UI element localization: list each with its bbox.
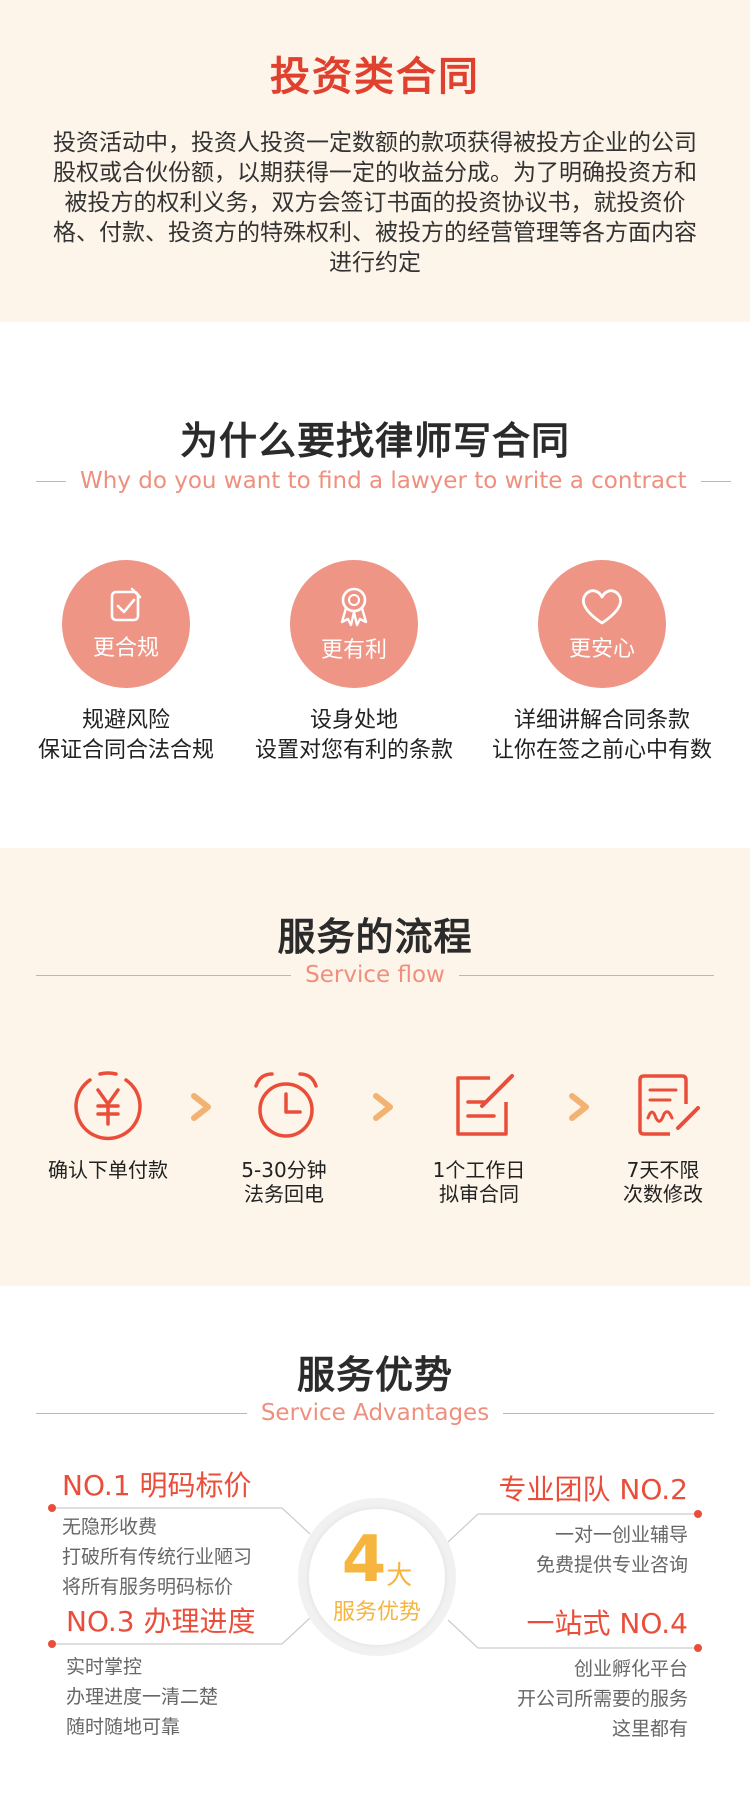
why-subtitle-row: Why do you want to find a lawyer to writ… (36, 466, 731, 496)
medal-icon (340, 587, 368, 627)
why-title: 为什么要找律师写合同 (179, 419, 570, 463)
flow-subtitle-row: Service flow (36, 960, 714, 990)
why-desc-line: 保证合同合法合规 (37, 738, 214, 763)
bullet-dot (48, 1640, 56, 1648)
chevron-right-icon (191, 1093, 211, 1121)
intro-text: 投资活动中，投资人投资一定数额的款项获得被投方企业的公司股权或合伙份额，以期获得… (53, 130, 697, 276)
advantage-head: 专业团队 NO.2 (498, 1473, 688, 1506)
why-desc-line: 规避风险 (81, 708, 170, 733)
why-desc-line: 让你在签之前心中有数 (491, 738, 712, 763)
advantages-section: 服务优势 Service Advantages NO.1 明码标价 无隐形收费 … (0, 1286, 750, 1800)
flow-step-line: 法务回电 (244, 1182, 324, 1206)
why-section: 为什么要找律师写合同 Why do you want to find a law… (0, 322, 750, 848)
advantage-line: 随时随地可靠 (66, 1716, 181, 1738)
advantage-line: 一对一创业辅导 (554, 1524, 688, 1546)
badge-text: 服务优势 (332, 1600, 421, 1625)
advantage-line: 开公司所需要的服务 (516, 1688, 688, 1710)
bullet-dot (694, 1510, 702, 1518)
advantage-line: 办理进度一清二楚 (66, 1686, 219, 1708)
yuan-icon (74, 1071, 142, 1141)
why-desc-line: 设身处地 (309, 708, 398, 733)
flow-title: 服务的流程 (277, 915, 473, 959)
divider-line (36, 974, 292, 976)
why-item-benefit: 更有利 (290, 560, 418, 688)
divider-line (36, 480, 66, 482)
why-item-peace: 更安心 (538, 560, 666, 688)
advantage-list: 一对一创业辅导 免费提供专业咨询 (536, 1520, 688, 1580)
why-item-label: 更安心 (568, 637, 635, 662)
why-item-desc: 详细讲解合同条款 让你在签之前心中有数 (480, 706, 724, 766)
chevron-right-icon (569, 1093, 589, 1121)
edit-document-icon (456, 1074, 514, 1136)
why-item-label: 更合规 (92, 636, 159, 661)
advantage-line: 这里都有 (611, 1718, 688, 1740)
divider-line (700, 480, 731, 482)
why-item-desc: 设身处地 设置对您有利的条款 (244, 706, 464, 766)
checklist-icon (110, 587, 142, 622)
bullet-dot (48, 1504, 56, 1512)
flow-step-line: 拟审合同 (439, 1182, 519, 1206)
advantage-list: 创业孵化平台 开公司所需要的服务 这里都有 (517, 1654, 688, 1744)
flow-step-line: 确认下单付款 (48, 1158, 168, 1182)
advantage-head: 一站式 NO.4 (526, 1607, 688, 1640)
advantage-line: 创业孵化平台 (573, 1658, 688, 1680)
bullet-dot (694, 1644, 702, 1652)
why-subtitle: Why do you want to find a lawyer to writ… (80, 468, 687, 494)
advantages-badge: 4 大 服务优势 (298, 1498, 456, 1656)
flow-step-label: 5-30分钟 法务回电 (199, 1158, 369, 1206)
flow-step-label: 7天不限 次数修改 (578, 1158, 748, 1206)
flow-step-label: 1个工作日 拟审合同 (394, 1158, 564, 1206)
chevron-right-icon (373, 1093, 393, 1121)
flow-step-line: 7天不限 (626, 1158, 700, 1182)
advantage-line: 免费提供专业咨询 (535, 1554, 688, 1576)
advantage-line: 无隐形收费 (62, 1516, 158, 1538)
intro-section: 投资类合同 投资活动中，投资人投资一定数额的款项获得被投方企业的公司股权或合伙份… (0, 0, 750, 322)
flow-step-line: 次数修改 (623, 1182, 703, 1206)
alarm-clock-icon (254, 1072, 318, 1138)
flow-step-line: 5-30分钟 (241, 1158, 327, 1182)
why-desc-line: 详细讲解合同条款 (513, 708, 690, 733)
advantage-head: NO.3 办理进度 (66, 1605, 256, 1638)
advantage-line: 打破所有传统行业陋习 (62, 1546, 253, 1568)
badge-number-row: 4 大 (342, 1528, 413, 1592)
flow-step-label: 确认下单付款 (23, 1158, 193, 1182)
why-desc-line: 设置对您有利的条款 (254, 738, 453, 763)
flow-step-line: 1个工作日 (432, 1158, 526, 1182)
advantage-head: NO.1 明码标价 (62, 1469, 252, 1502)
intro-title: 投资类合同 (270, 54, 480, 100)
advantage-list: 实时掌控 办理进度一清二楚 随时随地可靠 (66, 1652, 218, 1742)
advantage-line: 实时掌控 (66, 1656, 143, 1678)
why-item-compliance: 更合规 (62, 560, 190, 688)
advantages-badge-inner: 4 大 服务优势 (309, 1509, 445, 1645)
flow-subtitle: Service flow (305, 962, 445, 988)
heart-icon (582, 589, 622, 625)
why-item-label: 更有利 (320, 638, 387, 663)
why-item-desc: 规避风险 保证合同合法合规 (16, 706, 236, 766)
advantage-line: 将所有服务明码标价 (62, 1576, 234, 1598)
flow-section: 服务的流程 Service flow 确认下单付款 5-30分钟 法务回电 1个… (0, 848, 750, 1286)
signature-document-icon (638, 1074, 700, 1136)
advantage-list: 无隐形收费 打破所有传统行业陋习 将所有服务明码标价 (62, 1512, 252, 1602)
badge-unit: 大 (386, 1561, 413, 1591)
divider-line (458, 974, 714, 976)
badge-number: 4 (341, 1523, 387, 1597)
